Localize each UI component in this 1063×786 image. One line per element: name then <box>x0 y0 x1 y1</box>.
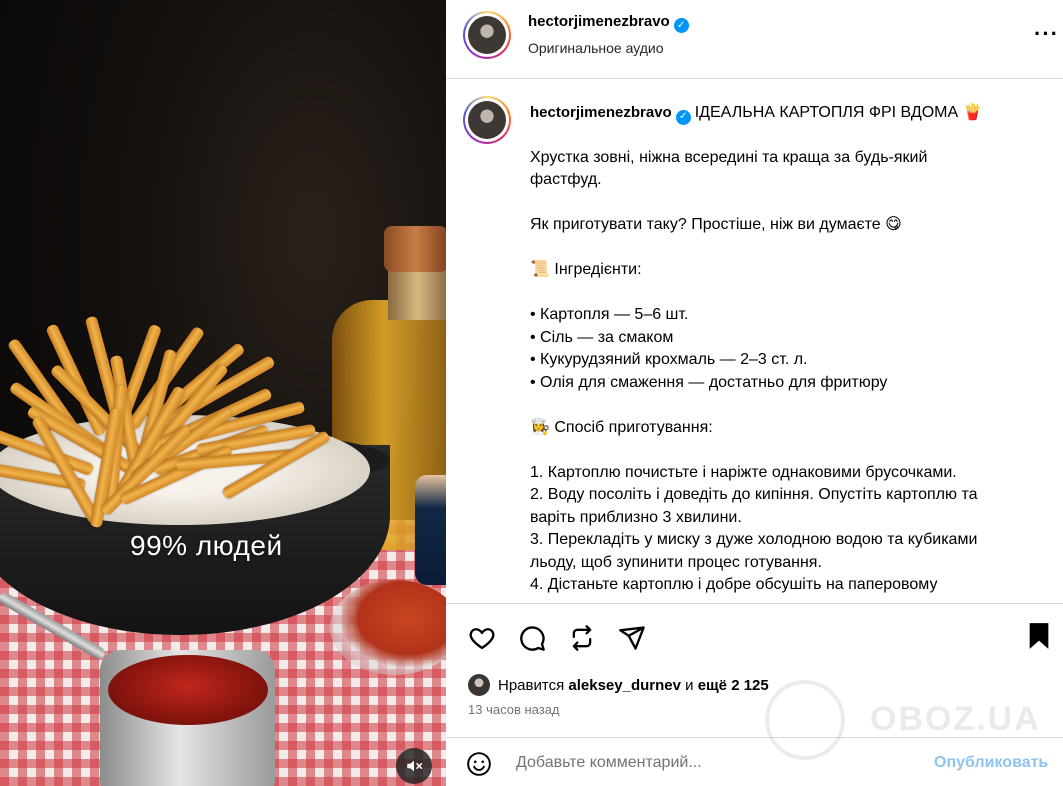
publish-button[interactable]: Опубликовать <box>934 754 1048 772</box>
share-icon <box>619 626 645 650</box>
save-button[interactable] <box>1026 622 1052 655</box>
author-name-row: hectorjimenezbravo ✓ <box>528 13 689 33</box>
comment-bar: Опубликовать <box>446 737 1063 786</box>
liker-username[interactable]: aleksey_durnev <box>568 677 681 694</box>
caption-line <box>530 394 1035 417</box>
caption-line: Хрустка зовні, ніжна всередині та краща … <box>530 148 928 166</box>
comment-icon <box>520 626 545 651</box>
caption-line: • Картопля — 5–6 шт. <box>530 306 689 324</box>
caption-lines: Хрустка зовні, ніжна всередині та краща … <box>530 147 1035 597</box>
caption-line <box>530 282 1035 305</box>
mute-button[interactable] <box>396 748 432 784</box>
emoji-button[interactable] <box>466 751 492 782</box>
heart-icon <box>469 628 495 650</box>
caption-line: льоду, щоб зупинити процес готування. <box>530 553 822 571</box>
comment-button[interactable] <box>516 622 548 654</box>
like-button[interactable] <box>466 622 498 654</box>
bottle-cork-image <box>384 226 446 272</box>
caption-line: • Сіль — за смаком <box>530 328 674 346</box>
ketchup-image <box>108 655 268 725</box>
video-overlay-text: 99% людей <box>130 530 283 561</box>
caption-line <box>530 439 1035 462</box>
author-username[interactable]: hectorjimenezbravo <box>528 13 670 30</box>
dip-bowl-image <box>415 475 446 585</box>
caption-line: • Кукурудзяний крохмаль — 2–3 ст. л. <box>530 351 808 369</box>
more-horizontal-icon: ··· <box>1034 21 1059 46</box>
post-actions: Нравится aleksey_durnev и ещё 2 125 13 ч… <box>446 603 1063 786</box>
share-button[interactable] <box>616 622 648 654</box>
post-video[interactable]: 99% людей <box>0 0 446 786</box>
post-timestamp: 13 часов назад <box>468 702 560 717</box>
caption-line: фастфуд. <box>530 171 602 189</box>
caption-line: • Олія для смаження — достатньо для фрит… <box>530 373 888 391</box>
more-options-button[interactable]: ··· <box>1034 23 1059 45</box>
bookmark-icon <box>1029 623 1049 649</box>
likes-count[interactable]: ещё 2 125 <box>698 677 769 694</box>
likes-middle: и <box>685 676 694 694</box>
comment-input[interactable] <box>516 748 936 778</box>
caption-line: 1. Картоплю почистьте і наріжте однакови… <box>530 463 957 481</box>
liker-avatar <box>468 674 490 696</box>
caption-line: 👩‍🍳 Спосіб приготування: <box>530 418 713 436</box>
volume-muted-icon <box>407 760 423 772</box>
smiley-icon <box>467 752 491 776</box>
caption-line: Як приготувати таку? Простіше, ніж ви ду… <box>530 216 902 234</box>
audio-link[interactable]: Оригинальное аудио <box>528 40 664 56</box>
caption-author-avatar[interactable] <box>463 96 511 144</box>
caption-title-line: hectorjimenezbravo ✓ ІДЕАЛЬНА КАРТОПЛЯ ФРІ… <box>530 102 1035 125</box>
repost-button[interactable] <box>566 622 598 654</box>
caption-title: ІДЕАЛЬНА КАРТОПЛЯ ФРІ ВДОМА 🍟 <box>694 104 983 121</box>
post-side-panel: hectorjimenezbravo ✓ Оригинальное аудио ·… <box>446 0 1063 786</box>
caption-line: 📜 Інгредієнти: <box>530 261 642 279</box>
action-icons <box>466 622 648 654</box>
author-avatar[interactable] <box>463 11 511 59</box>
verified-badge-icon: ✓ <box>673 18 689 33</box>
caption-line: варіть приблизно 3 хвилини. <box>530 508 742 526</box>
caption-line <box>530 237 1035 260</box>
post-header: hectorjimenezbravo ✓ Оригинальное аудио ·… <box>446 0 1063 79</box>
caption-text: hectorjimenezbravo ✓ ІДЕАЛЬНА КАРТОПЛЯ ФРІ… <box>530 102 1035 597</box>
repost-icon <box>572 625 592 651</box>
likes-summary[interactable]: Нравится aleksey_durnev и ещё 2 125 <box>468 674 769 696</box>
caption-area: hectorjimenezbravo ✓ ІДЕАЛЬНА КАРТОПЛЯ ФРІ… <box>446 80 1063 602</box>
caption-line <box>530 192 1035 215</box>
caption-line: 3. Перекладіть у миску з дуже холодною в… <box>530 531 978 549</box>
caption-line: 2. Воду посоліть і доведіть до кипіння. … <box>530 486 978 504</box>
instagram-post-view: 99% людей hectorjimenezbravo ✓ Оригинальн… <box>0 0 1063 786</box>
caption-line: 4. Дістаньте картоплю і добре обсушіть н… <box>530 576 938 594</box>
likes-prefix: Нравится <box>498 676 565 694</box>
verified-badge-icon: ✓ <box>675 109 691 125</box>
caption-username[interactable]: hectorjimenezbravo <box>530 104 672 121</box>
